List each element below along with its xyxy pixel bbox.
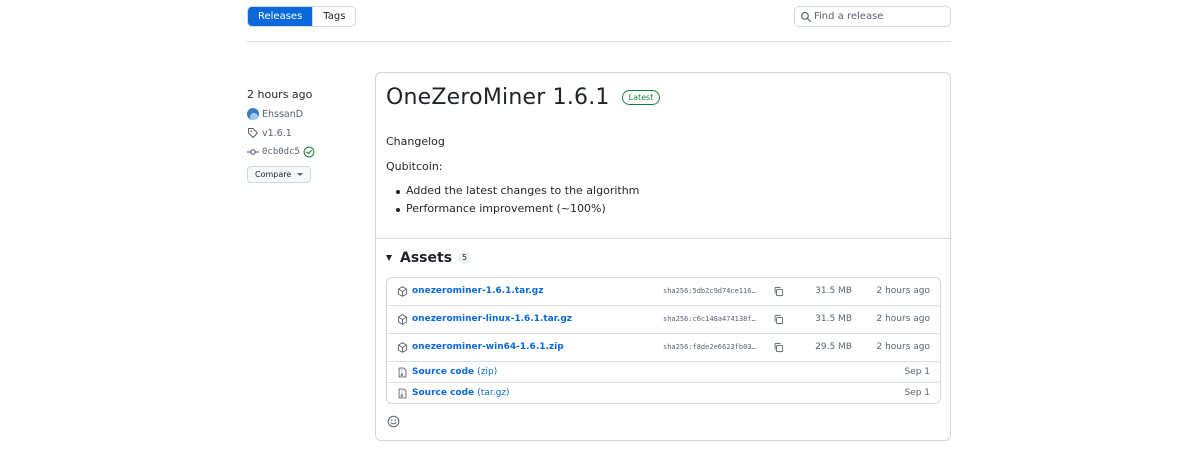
header-divider	[247, 41, 951, 42]
asset-sha: sha256:f8de2e6623fb03…	[663, 343, 756, 351]
author-name[interactable]: EhssanD	[262, 109, 303, 120]
release-card: OneZeroMiner 1.6.1 Latest Changelog Qubi…	[375, 72, 951, 441]
table-row: onezerominer-win64-1.6.1.zip sha256:f8de…	[387, 333, 940, 361]
tab-group: Releases Tags	[247, 6, 357, 27]
asset-link[interactable]: onezerominer-linux-1.6.1.tar.gz	[412, 314, 572, 324]
commit-hash[interactable]: 0cb0dc5	[262, 147, 300, 157]
tag-icon	[247, 127, 259, 139]
release-subnav: Releases Tags	[247, 6, 951, 28]
card-divider	[376, 238, 950, 239]
asset-size: 31.5 MB	[815, 314, 852, 324]
release-notes-list: Added the latest changes to the algorith…	[395, 184, 639, 220]
file-zip-icon	[398, 367, 407, 378]
asset-sha: sha256:c6c148a474138f…	[663, 315, 756, 323]
triangle-down-icon	[386, 255, 392, 261]
smiley-reaction-icon[interactable]	[387, 415, 400, 428]
verified-check-icon	[303, 146, 315, 158]
copy-icon[interactable]	[773, 314, 784, 325]
asset-date: 2 hours ago	[876, 314, 931, 324]
asset-date: 2 hours ago	[876, 286, 931, 296]
source-zip-link[interactable]: Source code (zip)	[412, 367, 497, 377]
compare-button[interactable]: Compare	[247, 166, 312, 183]
tag-row[interactable]: v1.6.1	[247, 126, 367, 140]
asset-date: Sep 1	[904, 367, 930, 377]
avatar[interactable]	[247, 108, 259, 120]
release-meta: 2 hours ago EhssanD v1.6.1 0cb0dc5 Compa…	[247, 88, 367, 183]
commit-icon	[247, 149, 259, 155]
changelog-heading: Changelog	[386, 135, 445, 148]
copy-icon[interactable]	[773, 342, 784, 353]
table-row: onezerominer-linux-1.6.1.tar.gz sha256:c…	[387, 305, 940, 333]
assets-toggle[interactable]: Assets 5	[386, 250, 472, 266]
compare-label: Compare	[255, 170, 292, 179]
asset-sha: sha256:5db2c9d74ce116…	[663, 287, 756, 295]
source-label: Source code	[412, 367, 475, 377]
release-search[interactable]	[794, 6, 951, 27]
author-row[interactable]: EhssanD	[247, 107, 367, 121]
file-zip-icon	[398, 388, 407, 399]
tag-name[interactable]: v1.6.1	[262, 128, 292, 139]
package-icon	[397, 342, 408, 353]
tab-releases[interactable]: Releases	[248, 7, 313, 26]
table-row: Source code (zip) Sep 1	[387, 361, 940, 382]
latest-badge: Latest	[621, 90, 661, 105]
section-heading: Qubitcoin:	[386, 160, 443, 173]
source-ext: (zip)	[477, 367, 498, 377]
table-row: onezerominer-1.6.1.tar.gz sha256:5db2c9d…	[387, 278, 940, 306]
assets-count-badge: 5	[458, 252, 472, 264]
package-icon	[397, 286, 408, 297]
list-item: Performance improvement (~100%)	[395, 202, 639, 220]
release-title[interactable]: OneZeroMiner 1.6.1	[386, 85, 610, 110]
source-label: Source code	[412, 388, 475, 398]
asset-link[interactable]: onezerominer-1.6.1.tar.gz	[412, 286, 543, 296]
tab-tags[interactable]: Tags	[312, 7, 356, 26]
table-row: Source code (tar.gz) Sep 1	[387, 382, 940, 403]
copy-icon[interactable]	[773, 286, 784, 297]
asset-date: Sep 1	[904, 388, 930, 398]
assets-title[interactable]: Assets	[400, 250, 452, 266]
release-time: 2 hours ago	[247, 88, 313, 101]
asset-size: 31.5 MB	[815, 286, 852, 296]
commit-row[interactable]: 0cb0dc5	[247, 145, 367, 159]
source-targz-link[interactable]: Source code (tar.gz)	[412, 388, 510, 398]
package-icon	[397, 314, 408, 325]
search-icon	[800, 11, 812, 23]
asset-link[interactable]: onezerominer-win64-1.6.1.zip	[412, 342, 564, 352]
asset-size: 29.5 MB	[815, 342, 852, 352]
assets-list: onezerominer-1.6.1.tar.gz sha256:5db2c9d…	[386, 277, 941, 404]
asset-date: 2 hours ago	[876, 342, 931, 352]
source-ext: (tar.gz)	[477, 388, 510, 398]
release-title-row: OneZeroMiner 1.6.1 Latest	[386, 85, 661, 110]
list-item: Added the latest changes to the algorith…	[395, 184, 639, 202]
search-input[interactable]	[814, 8, 946, 25]
chevron-down-icon	[297, 173, 304, 176]
